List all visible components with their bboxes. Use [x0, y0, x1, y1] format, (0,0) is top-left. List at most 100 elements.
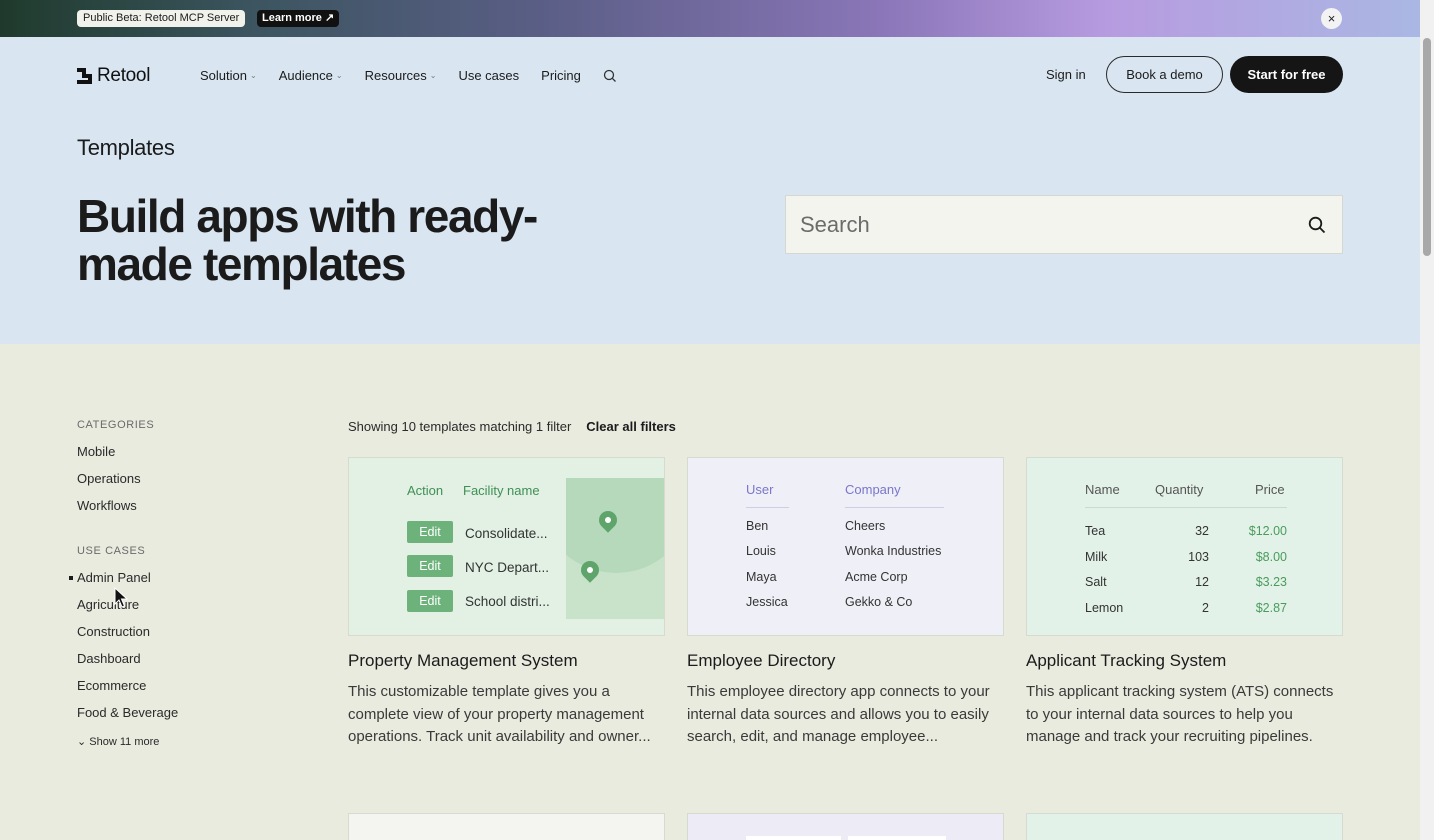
sign-in-link[interactable]: Sign in	[1046, 67, 1086, 82]
nav-label: Resources	[364, 68, 427, 83]
table-cell: 32	[1195, 524, 1209, 538]
start-for-free-button[interactable]: Start for free	[1230, 56, 1343, 93]
main-nav: Solution ⌄ Audience ⌄ Resources ⌄ Use ca…	[200, 68, 617, 83]
template-preview[interactable]	[1026, 813, 1343, 840]
beta-badge: Public Beta: Retool MCP Server	[77, 10, 246, 27]
hero-section: Retool Solution ⌄ Audience ⌄ Resources ⌄…	[0, 37, 1420, 344]
table-cell: Wonka Industries	[845, 544, 942, 558]
edit-button: Edit	[407, 521, 453, 543]
use-case-ecommerce[interactable]: Ecommerce	[77, 678, 307, 705]
search-input[interactable]	[800, 211, 1280, 239]
nav-use-cases[interactable]: Use cases	[458, 68, 519, 83]
divider	[746, 507, 789, 508]
nav-resources[interactable]: Resources ⌄	[365, 68, 437, 83]
table-cell: Louis	[746, 544, 776, 558]
column-header: Action	[407, 483, 444, 498]
use-case-construction[interactable]: Construction	[77, 624, 307, 651]
template-preview[interactable]: Action Facility name Edit Consolidate...…	[348, 457, 665, 636]
template-title[interactable]: Applicant Tracking System	[1026, 651, 1343, 671]
filters-sidebar: CATEGORIES Mobile Operations Workflows U…	[69, 419, 307, 748]
use-case-food-beverage[interactable]: Food & Beverage	[77, 705, 307, 732]
page-title: Build apps with ready-made templates	[77, 190, 538, 290]
table-cell: Cheers	[845, 519, 886, 533]
brand-name: Retool	[97, 65, 151, 86]
column-header: User	[746, 482, 774, 497]
use-cases-heading: USE CASES	[77, 545, 146, 557]
table-cell: $3.23	[1255, 575, 1287, 589]
template-preview[interactable]	[348, 813, 665, 840]
template-title[interactable]: Property Management System	[348, 651, 665, 671]
nav-label: Pricing	[541, 68, 581, 83]
table-cell: Milk	[1085, 550, 1108, 564]
table-cell: Consolidate...	[465, 526, 548, 541]
table-cell: $12.00	[1248, 524, 1287, 538]
page-breadcrumb[interactable]: Templates	[77, 135, 175, 161]
use-case-admin-panel[interactable]: Admin Panel	[69, 570, 307, 597]
nav-label: Solution	[200, 68, 247, 83]
show-more-button[interactable]: ⌄ Show 11 more	[77, 735, 307, 748]
search-icon[interactable]	[603, 69, 617, 83]
divider	[1085, 507, 1287, 508]
category-workflows[interactable]: Workflows	[77, 498, 307, 525]
template-preview[interactable]: User Company Ben Cheers Louis Wonka Indu…	[687, 457, 1004, 636]
chevron-down-icon: ⌄	[249, 71, 257, 80]
column-header: Company	[845, 482, 901, 497]
page-scrollbar[interactable]	[1420, 0, 1434, 840]
column-header: Price	[1255, 482, 1285, 497]
table-cell: Tea	[1085, 524, 1106, 538]
template-card[interactable]: Action Facility name Edit Consolidate...…	[348, 457, 665, 749]
edit-button: Edit	[407, 555, 453, 577]
category-operations[interactable]: Operations	[77, 471, 307, 498]
nav-label: Audience	[278, 68, 333, 83]
use-case-agriculture[interactable]: Agriculture	[77, 597, 307, 624]
results-summary: Showing 10 templates matching 1 filter C…	[348, 419, 676, 434]
template-card[interactable]: Name Quantity Price Tea 32 $12.00 Milk 1…	[1026, 457, 1343, 749]
mouse-cursor-icon	[114, 587, 128, 608]
nav-audience[interactable]: Audience ⌄	[279, 68, 343, 83]
scrollbar-thumb[interactable]	[1423, 38, 1431, 256]
table-cell: $8.00	[1255, 550, 1287, 564]
template-description: This employee directory app connects to …	[687, 683, 990, 745]
clear-filters-button[interactable]: Clear all filters	[586, 419, 676, 434]
template-description: This applicant tracking system (ATS) con…	[1026, 683, 1334, 745]
chevron-down-icon: ⌄	[335, 71, 343, 80]
results-count: Showing 10 templates matching 1 filter	[348, 419, 572, 434]
table-cell: Gekko & Co	[845, 595, 913, 609]
search-icon[interactable]	[1308, 216, 1326, 234]
nav-solution[interactable]: Solution ⌄	[200, 68, 257, 83]
category-mobile[interactable]: Mobile	[77, 444, 307, 471]
table-cell: NYC Depart...	[465, 560, 550, 575]
learn-more-link[interactable]: Learn more ↗	[257, 10, 340, 27]
column-header: Facility name	[463, 483, 540, 498]
table-cell: Ben	[746, 519, 769, 533]
template-description: This customizable template gives you a c…	[348, 683, 651, 745]
column-header: Quantity	[1155, 482, 1204, 497]
book-demo-button[interactable]: Book a demo	[1106, 56, 1223, 93]
template-title[interactable]: Employee Directory	[687, 651, 1004, 671]
table-cell: $2.87	[1255, 601, 1287, 615]
table-cell: Acme Corp	[845, 570, 908, 584]
show-more-label: Show 11 more	[89, 736, 160, 748]
template-preview[interactable]: Name Quantity Price Tea 32 $12.00 Milk 1…	[1026, 457, 1343, 636]
retool-logo[interactable]: Retool	[77, 65, 150, 87]
retool-logo-icon	[77, 68, 93, 84]
close-banner-button[interactable]: ×	[1321, 8, 1342, 29]
table-cell: 103	[1188, 550, 1209, 564]
chevron-down-icon: ⌄	[429, 71, 437, 80]
use-case-dashboard[interactable]: Dashboard	[77, 651, 307, 678]
template-preview[interactable]	[687, 813, 1004, 840]
divider	[845, 507, 944, 508]
nav-label: Use cases	[458, 68, 520, 83]
edit-button: Edit	[407, 590, 453, 612]
table-cell: 2	[1202, 601, 1209, 615]
table-cell: Maya	[746, 570, 777, 584]
announcement-banner: Public Beta: Retool MCP Server Learn mor…	[0, 0, 1420, 37]
table-cell: Jessica	[746, 595, 788, 609]
map-illustration	[566, 478, 664, 619]
chevron-down-icon: ⌄	[77, 736, 87, 748]
table-cell: Salt	[1085, 575, 1107, 589]
table-cell: School distri...	[465, 594, 550, 609]
template-card[interactable]: User Company Ben Cheers Louis Wonka Indu…	[687, 457, 1004, 749]
column-header: Name	[1085, 482, 1120, 497]
nav-pricing[interactable]: Pricing	[541, 68, 581, 83]
